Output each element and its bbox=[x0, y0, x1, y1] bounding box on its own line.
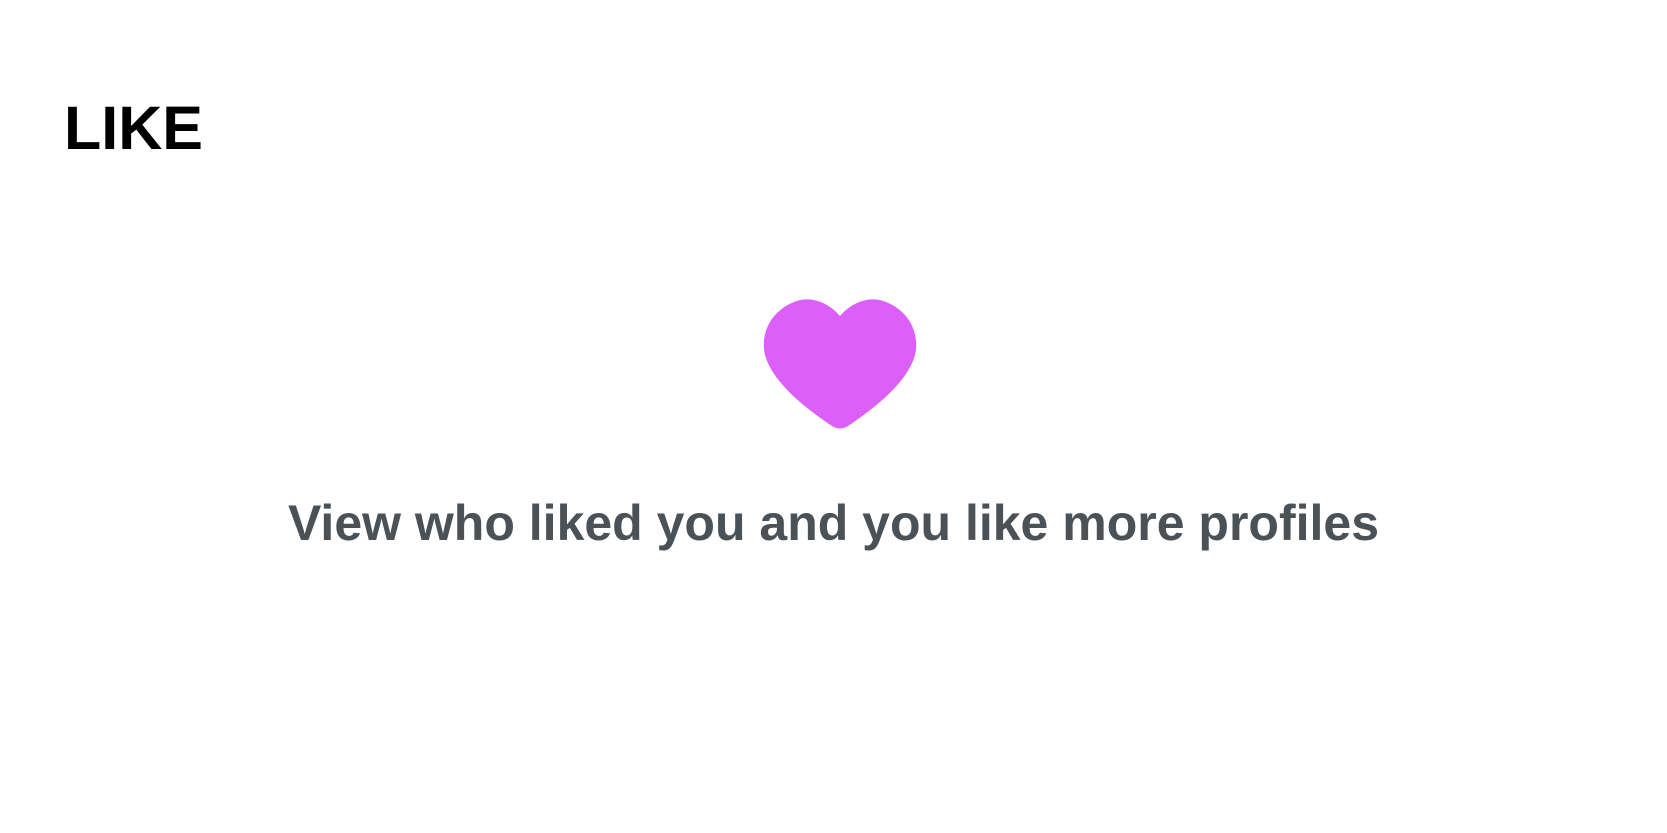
heart-icon bbox=[760, 298, 920, 430]
empty-state: View who liked you and you like more pro… bbox=[0, 0, 1667, 833]
likes-page: LIKE View who liked you and you like mor… bbox=[0, 0, 1667, 833]
empty-state-message: View who liked you and you like more pro… bbox=[287, 495, 1379, 551]
